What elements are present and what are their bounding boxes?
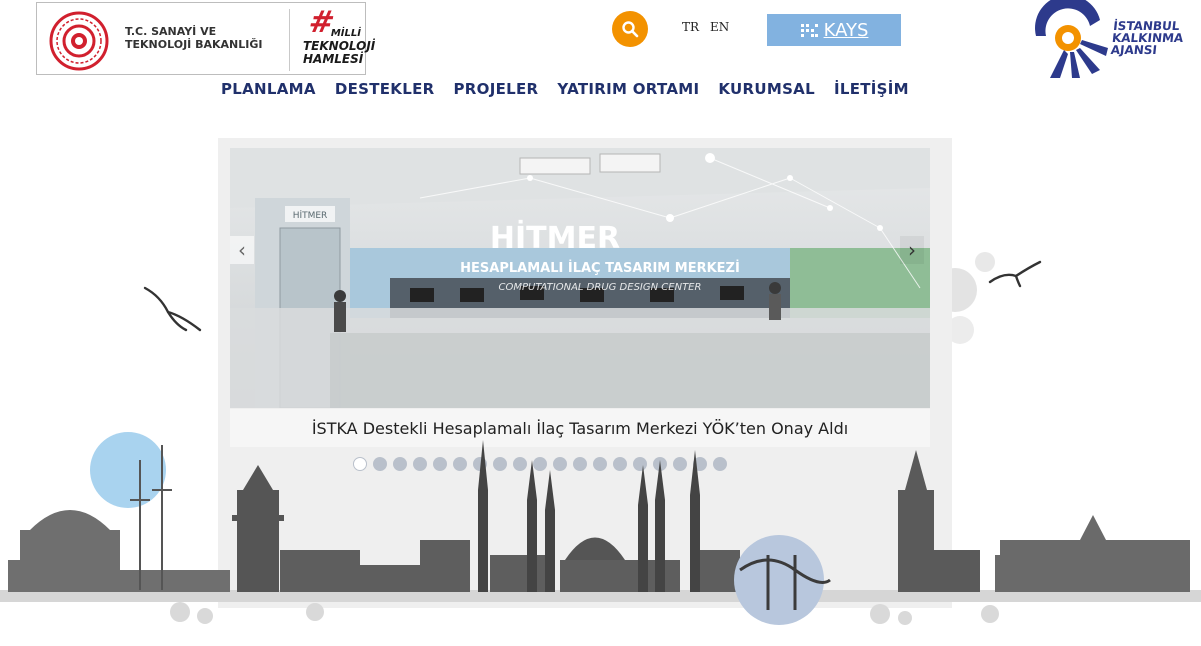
hitmer-brand-text: HİTMER <box>490 220 620 256</box>
seagull-left-icon <box>143 286 202 332</box>
slider-next-button[interactable]: › <box>900 236 924 264</box>
hitmer-office-photo: HİTMER HİTMER HESAPLAMALI İLAÇ TASARIM M… <box>230 148 930 408</box>
hitmer-subtitle-en-text: COMPUTATIONAL DRUG DESIGN CENTER <box>499 282 702 293</box>
slide-image[interactable]: HİTMER HİTMER HESAPLAMALI İLAÇ TASARIM M… <box>230 148 930 408</box>
istanbul-skyline-illustration <box>0 440 1201 625</box>
slider-prev-button[interactable]: ‹ <box>230 236 254 264</box>
page: T.C. SANAYİ VE TEKNOLOJİ BAKANLIĞI # MİL… <box>0 0 1201 646</box>
door-sign-text: HİTMER <box>293 210 328 221</box>
seagull-right-icon <box>988 260 1042 288</box>
hitmer-subtitle-text: HESAPLAMALI İLAÇ TASARIM MERKEZİ <box>460 260 740 276</box>
